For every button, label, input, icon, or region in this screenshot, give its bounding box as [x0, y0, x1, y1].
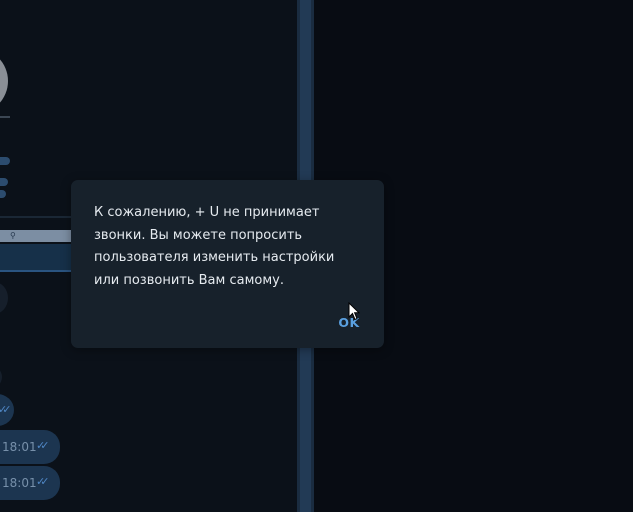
- message-time: 18:01: [2, 476, 37, 490]
- message-time: 18:01: [2, 440, 37, 454]
- message-bubble[interactable]: 18:01 ✓✓: [0, 430, 60, 464]
- search-icon: ⚲: [10, 231, 16, 240]
- double-check-icon: ✓✓: [36, 475, 50, 488]
- info-button[interactable]: [0, 178, 8, 186]
- info-button[interactable]: [0, 157, 10, 165]
- avatar-caption: [0, 116, 10, 118]
- call-unavailable-dialog: К сожалению, + U не принимает звонки. Вы…: [71, 180, 384, 348]
- message-bubble[interactable]: 18:01 ✓✓: [0, 466, 60, 500]
- double-check-icon: ✓✓: [36, 439, 50, 452]
- dialog-message: К сожалению, + U не принимает звонки. Вы…: [94, 205, 335, 288]
- mouse-pointer-icon: [348, 302, 360, 321]
- double-check-icon: ✓✓: [0, 403, 12, 416]
